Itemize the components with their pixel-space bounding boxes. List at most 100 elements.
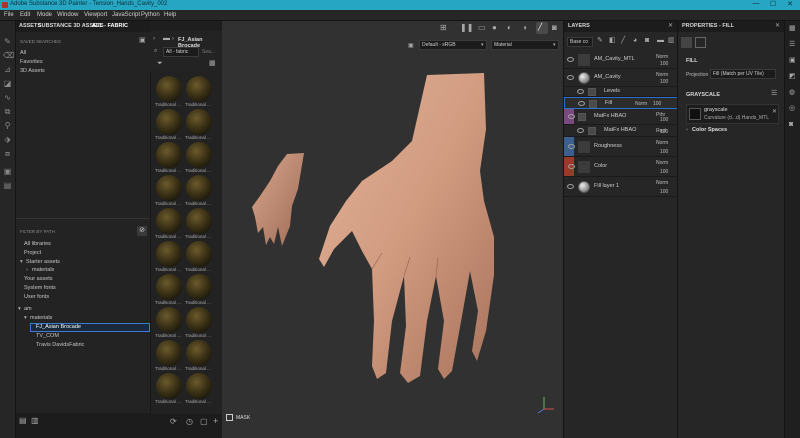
list-view-icon[interactable]: ▤ <box>19 417 27 425</box>
material-thumbnail[interactable] <box>186 142 212 168</box>
opacity-value[interactable]: 100 <box>660 169 668 175</box>
filter-icon[interactable]: ⏷ <box>157 60 163 68</box>
maximize-button[interactable]: ☐ <box>767 0 779 8</box>
opacity-value[interactable]: 100 <box>653 101 661 107</box>
material-thumbnail[interactable] <box>186 76 212 102</box>
visibility-eye-icon[interactable] <box>568 144 575 149</box>
layer-row[interactable]: Fill layer 1 Norm 100 <box>564 177 678 197</box>
history-icon[interactable]: ▤ <box>3 181 12 190</box>
tree-item[interactable]: All libraries <box>24 241 51 247</box>
material-thumbnail[interactable] <box>156 175 182 201</box>
material-thumbnail[interactable] <box>186 208 212 234</box>
mask-tab-icon[interactable] <box>695 37 706 48</box>
menu-mode[interactable]: Mode <box>37 12 52 18</box>
material-thumbnail[interactable] <box>156 241 182 267</box>
color-picker-icon[interactable]: ⚲ <box>3 121 12 130</box>
layer-row[interactable]: Color Norm 100 <box>564 157 678 177</box>
visibility-eye-icon[interactable] <box>568 164 575 169</box>
material-thumbnail[interactable] <box>186 175 212 201</box>
tree-item[interactable]: Travis DavidsFabric <box>36 342 84 348</box>
menu-file[interactable]: File <box>4 12 14 18</box>
layer-row[interactable]: MatFx HBAO Pthr 100 <box>564 109 678 125</box>
properties-icon[interactable]: ▣ <box>789 57 796 65</box>
material-thumbnail[interactable] <box>156 307 182 333</box>
material-thumbnail[interactable] <box>186 373 212 399</box>
projection-select[interactable]: Fill (Match per UV Tile) <box>710 69 776 79</box>
layer-row[interactable]: Levels <box>564 87 678 97</box>
add-effect-icon[interactable]: ✎ <box>597 37 603 45</box>
opacity-value[interactable]: 100 <box>660 61 668 67</box>
layer-row[interactable]: AM_Cavity_MTL Norm 100 <box>564 51 678 69</box>
tree-item[interactable]: TV_COM <box>36 333 59 339</box>
chevron-right-icon[interactable]: › <box>153 35 155 43</box>
refresh-icon[interactable]: ⟳ <box>170 418 177 426</box>
add-fill-layer-icon[interactable]: ╱ <box>621 37 625 45</box>
panel-close-icon[interactable]: ✕ <box>668 22 673 30</box>
material-thumbnail[interactable] <box>156 142 182 168</box>
filter-toggle-icon[interactable]: ⊘ <box>137 226 147 236</box>
tree-item[interactable]: materials <box>30 315 52 321</box>
visibility-eye-icon[interactable] <box>578 101 585 106</box>
visibility-eye-icon[interactable] <box>567 75 574 80</box>
frame-icon[interactable]: ▢ <box>200 418 208 426</box>
remove-icon[interactable]: ✕ <box>772 108 777 116</box>
panel-close-icon[interactable]: ✕ <box>775 22 780 30</box>
grid-view-icon[interactable]: ▦ <box>209 60 216 68</box>
tree-item[interactable]: Your assets <box>24 276 53 282</box>
layers-icon[interactable]: ☰ <box>789 41 795 49</box>
visibility-eye-icon[interactable] <box>577 128 584 133</box>
material-thumbnail[interactable] <box>156 76 182 102</box>
add-mask-icon[interactable]: ◕ <box>633 37 637 45</box>
material-thumbnail[interactable] <box>186 109 212 135</box>
add-icon[interactable]: + <box>213 417 218 426</box>
visibility-eye-icon[interactable] <box>577 89 584 94</box>
visibility-eye-icon[interactable] <box>567 57 574 62</box>
settings-sliders-icon[interactable]: ☰ <box>771 90 777 98</box>
menu-python[interactable]: Python <box>141 12 160 18</box>
material-thumbnail[interactable] <box>156 109 182 135</box>
search-tag[interactable]: All - fabric <box>163 47 199 57</box>
camera-icon[interactable]: ◙ <box>789 121 793 129</box>
material-thumbnail[interactable] <box>156 274 182 300</box>
add-group-icon[interactable]: ◙ <box>645 37 649 45</box>
menu-javascript[interactable]: JavaScript <box>112 12 140 18</box>
mask-checkbox[interactable] <box>226 414 233 421</box>
material-thumbnail[interactable] <box>186 241 212 267</box>
opacity-value[interactable]: 100 <box>660 79 668 85</box>
lock-icon[interactable]: ▣ <box>3 167 12 176</box>
tree-arrow-icon[interactable]: › <box>26 267 28 273</box>
clone-icon[interactable]: ⧉ <box>3 107 12 116</box>
channel-select[interactable]: Base co <box>567 37 593 47</box>
layer-row[interactable]: MatFx HBAO Repl 100 <box>564 125 678 137</box>
display-icon[interactable]: ◩ <box>789 73 796 81</box>
menu-help[interactable]: Help <box>164 12 176 18</box>
chevron-right-icon[interactable]: › <box>686 127 688 133</box>
bake-icon[interactable]: ⧈ <box>3 149 12 158</box>
color-spaces-section[interactable]: Color Spaces <box>692 127 727 133</box>
tree-item[interactable]: User fonts <box>24 294 49 300</box>
delete-layer-icon[interactable]: ▥ <box>668 37 675 45</box>
search-input[interactable]: Sea... <box>202 49 215 55</box>
blend-mode-select[interactable]: Norm <box>656 160 668 166</box>
blend-mode-select[interactable]: Norm <box>656 72 668 78</box>
material-thumbnail[interactable] <box>156 373 182 399</box>
blend-mode-select[interactable]: Norm <box>635 101 647 107</box>
tree-item[interactable]: System fonts <box>24 285 56 291</box>
properties-tab-icon[interactable] <box>681 37 692 48</box>
clock-icon[interactable]: ◷ <box>186 418 193 426</box>
layer-row[interactable]: Roughness Norm 100 <box>564 137 678 157</box>
paint-brush-icon[interactable]: ✎ <box>3 37 12 46</box>
tree-item[interactable]: materials <box>32 267 54 273</box>
tab-all-fabric[interactable]: ALL - FABRIC <box>92 23 128 29</box>
saved-search-3d-assets[interactable]: 3D Assets <box>20 68 45 74</box>
saved-search-favorites[interactable]: Favorites <box>20 59 43 65</box>
blend-mode-select[interactable]: Norm <box>656 140 668 146</box>
smudge-icon[interactable]: ∿ <box>3 93 12 102</box>
material-thumbnail[interactable] <box>186 307 212 333</box>
viewport[interactable]: ⊞ ❚❚ ▭ ● ◐ ◑ ╱ ◙ ▣ Default - sRGB ▾ Mate… <box>222 21 563 438</box>
blend-mode-select[interactable]: Norm <box>656 54 668 60</box>
saved-search-all[interactable]: All <box>20 50 26 56</box>
tree-arrow-icon[interactable]: ▾ <box>24 315 27 321</box>
import-icon[interactable]: ▥ <box>31 417 39 425</box>
material-thumbnail[interactable] <box>186 340 212 366</box>
